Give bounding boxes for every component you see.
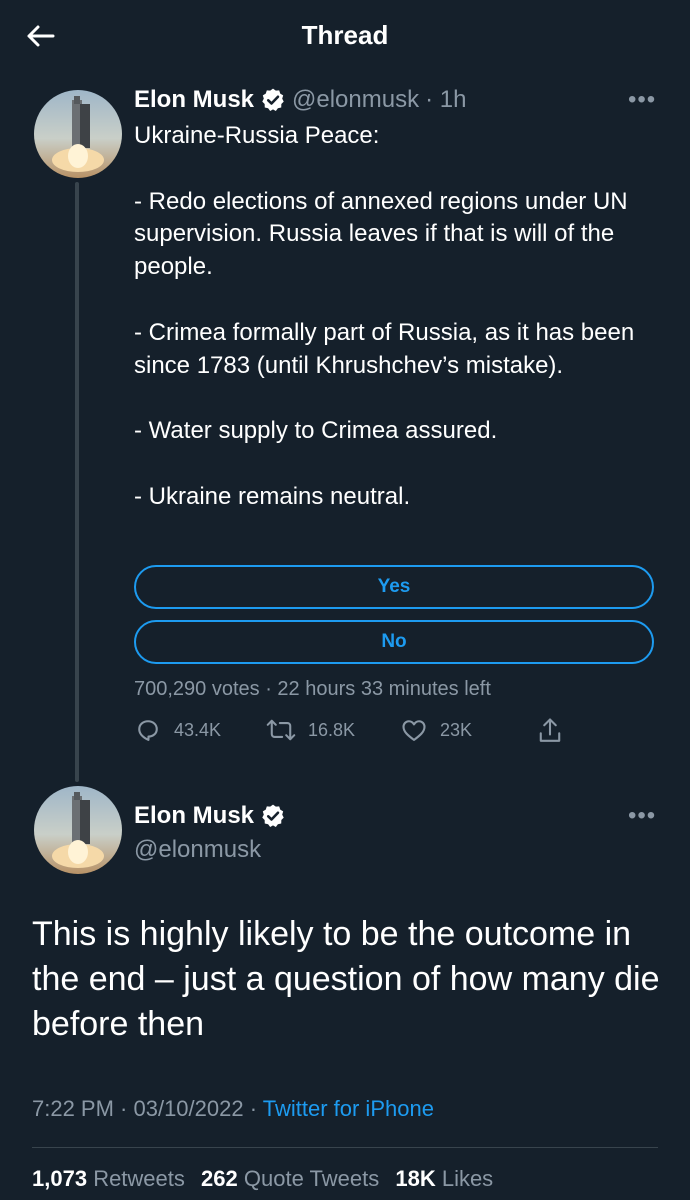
like-count: 23K bbox=[440, 719, 473, 740]
tweet-author-row: Elon Musk @elonmusk · 1h bbox=[134, 86, 466, 114]
share-icon bbox=[539, 718, 561, 742]
poll-option-yes[interactable]: Yes bbox=[134, 565, 654, 609]
reply-button[interactable]: 43.4K bbox=[134, 716, 221, 744]
quotes-label: Quote Tweets bbox=[243, 1166, 380, 1191]
reply-icon bbox=[138, 720, 158, 741]
more-options-icon[interactable]: ••• bbox=[628, 86, 656, 114]
page-title: Thread bbox=[301, 20, 389, 50]
avatar-image bbox=[34, 90, 122, 178]
likes-label: Likes bbox=[441, 1166, 494, 1191]
like-button[interactable]: 23K bbox=[400, 716, 472, 744]
tweet-timestamp[interactable]: 7:22 PM · 03/10/2022 · bbox=[32, 1096, 263, 1121]
retweets-count: 1,073 bbox=[32, 1166, 88, 1191]
tweet-text: This is highly likely to be the outcome … bbox=[32, 915, 660, 1043]
avatar[interactable] bbox=[34, 90, 122, 178]
author-name[interactable]: Elon Musk bbox=[134, 86, 254, 114]
divider bbox=[32, 1147, 658, 1148]
tweet-stats: 1,073 Retweets 262 Quote Tweets 18K Like… bbox=[32, 1166, 493, 1192]
poll-meta: 700,290 votes · 22 hours 33 minutes left bbox=[134, 678, 491, 701]
avatar[interactable] bbox=[34, 786, 122, 874]
more-options-icon[interactable]: ••• bbox=[628, 802, 656, 830]
likes-stat[interactable]: 18K Likes bbox=[395, 1166, 493, 1191]
retweets-label: Retweets bbox=[93, 1166, 185, 1191]
retweet-count: 16.8K bbox=[308, 719, 356, 740]
author-handle[interactable]: @elonmusk bbox=[134, 836, 261, 864]
tweet-author-row: Elon Musk bbox=[134, 802, 292, 830]
tweet-actions: 43.4K 16.8K 23K bbox=[134, 716, 574, 752]
poll-option-no[interactable]: No bbox=[134, 620, 654, 664]
poll-votes: 700,290 votes bbox=[134, 678, 260, 700]
reply-count: 43.4K bbox=[174, 719, 222, 740]
heart-icon bbox=[402, 720, 426, 741]
tweet-source-link[interactable]: Twitter for iPhone bbox=[263, 1096, 434, 1121]
share-button[interactable] bbox=[536, 716, 576, 746]
avatar-image bbox=[34, 786, 122, 874]
verified-badge-icon bbox=[260, 803, 286, 829]
retweet-button[interactable]: 16.8K bbox=[266, 716, 355, 744]
author-name[interactable]: Elon Musk bbox=[134, 802, 254, 830]
tweet-time[interactable]: · 1h bbox=[425, 86, 466, 114]
poll-time-left: · 22 hours 33 minutes left bbox=[265, 678, 491, 700]
likes-count: 18K bbox=[395, 1166, 436, 1191]
retweets-stat[interactable]: 1,073 Retweets bbox=[32, 1166, 185, 1191]
thread-connector-line bbox=[75, 182, 79, 782]
tweet-text: Ukraine-Russia Peace: - Redo elections o… bbox=[134, 122, 635, 510]
verified-badge-icon bbox=[260, 87, 286, 113]
retweet-icon bbox=[266, 719, 296, 741]
quotes-stat[interactable]: 262 Quote Tweets bbox=[201, 1166, 379, 1191]
tweet-meta: 7:22 PM · 03/10/2022 · Twitter for iPhon… bbox=[32, 1096, 434, 1122]
quotes-count: 262 bbox=[201, 1166, 238, 1191]
author-handle[interactable]: @elonmusk bbox=[292, 86, 419, 114]
